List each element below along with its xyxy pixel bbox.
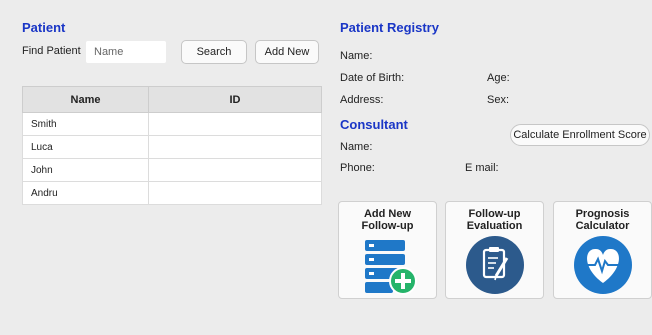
add-new-follow-up-tile[interactable]: Add New Follow-up [338,201,437,299]
registry-section-title: Patient Registry [340,20,439,35]
patient-table: Name ID Smith Luca John Andru [22,86,322,205]
id-column-header[interactable]: ID [148,86,322,113]
tile-label-line: Evaluation [466,220,523,232]
calculate-enrollment-score-button[interactable]: Calculate Enrollment Score [510,124,650,146]
patient-id-cell[interactable] [148,158,322,182]
patient-section-title: Patient [22,20,66,35]
name-column-header[interactable]: Name [22,86,149,113]
find-patient-label: Find Patient [22,45,81,57]
patient-name-cell[interactable]: Andru [22,181,149,205]
patient-id-cell[interactable] [148,135,322,159]
consultant-section-title: Consultant [340,117,408,132]
table-row[interactable]: John [22,158,322,182]
tile-label-line: Calculator [575,220,630,232]
patient-id-cell[interactable] [148,181,322,205]
database-add-icon [364,240,417,295]
registry-name-label: Name: [340,50,373,62]
consultant-name-label: Name: [340,141,373,153]
add-new-button[interactable]: Add New [255,40,319,64]
sex-label: Sex: [487,94,510,106]
heart-pulse-icon [573,236,632,294]
prognosis-calculator-tile[interactable]: Prognosis Calculator [553,201,652,299]
tile-label-line: Prognosis [575,208,630,220]
table-row[interactable]: Luca [22,135,322,159]
tile-label-line: Add New [363,208,412,220]
patient-id-cell[interactable] [148,112,322,136]
address-label: Address: [340,94,384,106]
patient-name-cell[interactable]: Smith [22,112,149,136]
phone-label: Phone: [340,162,375,174]
search-button[interactable]: Search [181,40,247,64]
patient-name-cell[interactable]: Luca [22,135,149,159]
dob-label: Date of Birth: [340,72,405,84]
patient-name-cell[interactable]: John [22,158,149,182]
tile-label-line: Follow-up [361,220,414,232]
patient-search-input[interactable] [86,41,166,63]
clipboard-pen-icon [465,236,524,294]
table-row[interactable]: Smith [22,112,322,136]
tile-label-line: Follow-up [468,208,521,220]
age-label: Age: [487,72,510,84]
table-row[interactable]: Andru [22,181,322,205]
follow-up-evaluation-tile[interactable]: Follow-up Evaluation [445,201,544,299]
email-label: E mail: [465,162,499,174]
